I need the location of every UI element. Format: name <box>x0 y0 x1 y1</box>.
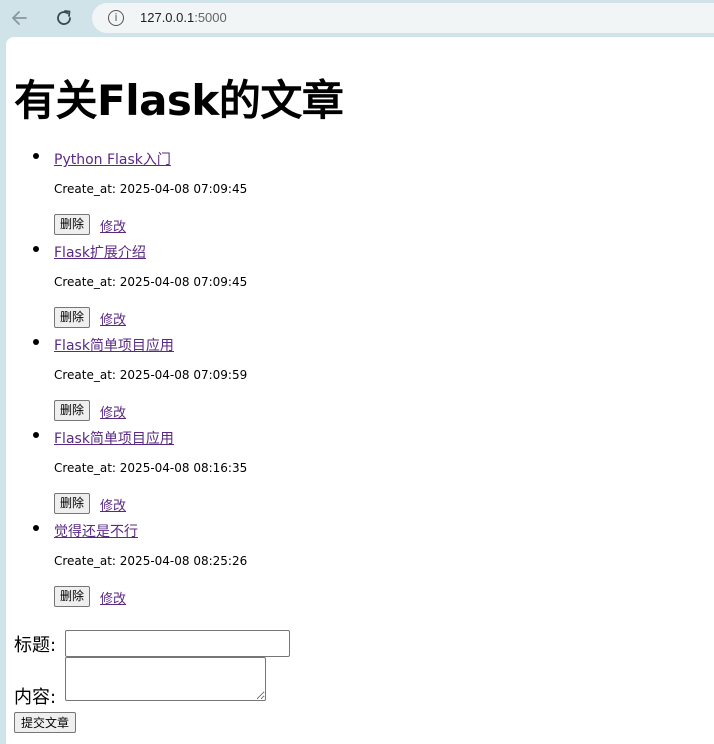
url-text[interactable]: 127.0.0.1:5000 <box>140 10 227 25</box>
created-at-text: Create_at: 2025-04-08 07:09:59 <box>54 368 248 382</box>
article-title-link[interactable]: Flask简单项目应用 <box>54 335 174 355</box>
delete-button[interactable]: 删除 <box>54 586 91 607</box>
list-item: Flask简单项目应用 Create_at: 2025-04-08 07:09:… <box>6 331 706 424</box>
title-input[interactable] <box>65 630 290 657</box>
article-title-link[interactable]: Python Flask入门 <box>54 149 171 169</box>
submit-article-button[interactable]: 提交文章 <box>14 712 77 733</box>
reload-icon <box>57 10 71 25</box>
back-button[interactable] <box>8 6 32 30</box>
created-at-text: Create_at: 2025-04-08 08:16:35 <box>54 461 248 475</box>
delete-button[interactable]: 删除 <box>54 307 91 328</box>
edit-link[interactable]: 修改 <box>100 216 126 235</box>
bullet-icon <box>33 153 39 159</box>
back-arrow-icon <box>12 11 27 25</box>
edit-link[interactable]: 修改 <box>100 309 126 328</box>
page-title: 有关Flask的文章 <box>14 76 344 125</box>
bullet-icon <box>33 339 39 345</box>
bullet-icon <box>33 525 39 531</box>
list-item: Flask简单项目应用 Create_at: 2025-04-08 08:16:… <box>6 424 706 517</box>
article-title-link[interactable]: 觉得还是不行 <box>54 521 138 541</box>
article-title-link[interactable]: Flask简单项目应用 <box>54 428 174 448</box>
content-field-label: 内容: <box>14 687 57 708</box>
delete-button[interactable]: 删除 <box>54 214 91 235</box>
url-host: 127.0.0.1 <box>140 10 195 25</box>
page-content: 有关Flask的文章 Python Flask入门 Create_at: 202… <box>6 37 714 744</box>
browser-toolbar: i 127.0.0.1:5000 <box>0 0 714 36</box>
url-port: :5000 <box>194 10 227 25</box>
created-at-text: Create_at: 2025-04-08 07:09:45 <box>54 182 248 196</box>
delete-button[interactable]: 删除 <box>54 400 91 421</box>
list-item: Flask扩展介绍 Create_at: 2025-04-08 07:09:45… <box>6 238 706 331</box>
created-at-text: Create_at: 2025-04-08 07:09:45 <box>54 275 248 289</box>
site-info-icon[interactable]: i <box>108 10 124 26</box>
delete-button[interactable]: 删除 <box>54 493 91 514</box>
list-item: Python Flask入门 Create_at: 2025-04-08 07:… <box>6 145 706 238</box>
list-item: 觉得还是不行 Create_at: 2025-04-08 08:25:26 删除… <box>6 517 706 610</box>
content-textarea[interactable] <box>65 657 266 701</box>
edit-link[interactable]: 修改 <box>100 495 126 514</box>
edit-link[interactable]: 修改 <box>100 588 126 607</box>
edit-link[interactable]: 修改 <box>100 402 126 421</box>
bullet-icon <box>33 246 39 252</box>
reload-button[interactable] <box>52 6 76 30</box>
bullet-icon <box>33 432 39 438</box>
address-bar[interactable]: i 127.0.0.1:5000 <box>92 3 714 33</box>
title-field-label: 标题: <box>14 635 57 656</box>
article-title-link[interactable]: Flask扩展介绍 <box>54 242 146 262</box>
created-at-text: Create_at: 2025-04-08 08:25:26 <box>54 554 248 568</box>
